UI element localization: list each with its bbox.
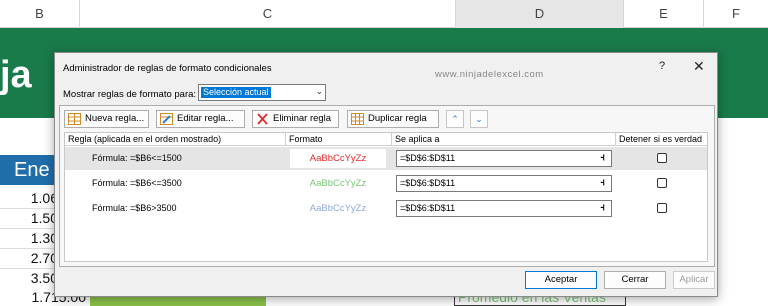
rule-row[interactable]: Fórmula: =$B6>3500 AaBbCcYyZz =$D$6:$D$1…	[65, 197, 707, 220]
new-rule-icon	[68, 113, 81, 125]
value-cell[interactable]: 1.30	[0, 230, 62, 249]
value-cell[interactable]: 2.70	[0, 250, 62, 269]
applies-to-field[interactable]: =$D$6:$D$11 ⹑	[396, 150, 612, 167]
chevron-up-icon: ⌃	[451, 114, 459, 124]
chevron-down-icon: ⌄	[475, 114, 483, 124]
header-format: Formato	[286, 133, 392, 146]
format-preview: AaBbCcYyZz	[290, 199, 386, 218]
value-cell[interactable]: 1.50	[0, 210, 62, 229]
chevron-down-icon: ⌄	[315, 86, 323, 96]
edit-rule-label: Editar regla...	[177, 113, 234, 124]
rule-row[interactable]: Fórmula: =$B6<=1500 AaBbCcYyZz =$D$6:$D$…	[65, 147, 707, 170]
watermark: www.ninjadelexcel.com	[435, 69, 544, 80]
applies-to-field[interactable]: =$D$6:$D$11 ⹑	[396, 200, 612, 217]
delete-icon	[257, 113, 268, 125]
applies-to-value: =$D$6:$D$11	[400, 178, 456, 188]
range-select-icon[interactable]: ⹑	[596, 177, 609, 190]
delete-rule-label: Eliminar regla	[273, 113, 332, 124]
delete-rule-button[interactable]: Eliminar regla	[252, 110, 339, 128]
show-rules-value: Selección actual	[201, 87, 271, 98]
rule-formula: Fórmula: =$B6>3500	[92, 203, 177, 213]
header-applies-to: Se aplica a	[392, 133, 616, 146]
dialog-title: Administrador de reglas de formato condi…	[63, 63, 272, 74]
column-header-e[interactable]: E	[624, 0, 704, 28]
move-up-button[interactable]: ⌃	[446, 110, 464, 128]
sheet-title: ja	[0, 54, 32, 96]
rules-grid: Regla (aplicada en el orden mostrado) Fo…	[64, 132, 708, 262]
column-header-b[interactable]: B	[0, 0, 80, 28]
header-rule: Regla (aplicada en el orden mostrado)	[65, 133, 286, 146]
value-cell[interactable]: 1.06	[0, 190, 62, 209]
apply-button[interactable]: Aplicar	[673, 271, 715, 289]
column-header-c[interactable]: C	[80, 0, 456, 28]
help-button[interactable]: ?	[659, 60, 665, 72]
new-rule-button[interactable]: Nueva regla...	[64, 110, 149, 128]
rule-formula: Fórmula: =$B6<=1500	[92, 153, 182, 163]
applies-to-field[interactable]: =$D$6:$D$11 ⹑	[396, 175, 612, 192]
conditional-formatting-dialog: Administrador de reglas de formato condi…	[54, 52, 718, 297]
value-cell[interactable]: 3.50	[0, 270, 62, 289]
rule-formula: Fórmula: =$B6<=3500	[92, 178, 182, 188]
duplicate-rule-button[interactable]: Duplicar regla	[347, 110, 439, 128]
move-down-button[interactable]: ⌄	[470, 110, 488, 128]
format-preview: AaBbCcYyZz	[290, 149, 386, 168]
close-icon[interactable]: ✕	[693, 58, 705, 75]
stop-if-true-checkbox[interactable]	[657, 153, 667, 163]
duplicate-icon	[351, 113, 364, 125]
applies-to-value: =$D$6:$D$11	[400, 153, 456, 163]
stop-if-true-checkbox[interactable]	[657, 203, 667, 213]
range-select-icon[interactable]: ⹑	[596, 202, 609, 215]
range-select-icon[interactable]: ⹑	[596, 152, 609, 165]
column-header-f[interactable]: F	[704, 0, 768, 28]
rules-panel: Nueva regla... Editar regla... Eliminar …	[59, 105, 715, 267]
show-rules-label: Mostrar reglas de formato para:	[63, 89, 197, 100]
close-button[interactable]: Cerrar	[604, 271, 666, 289]
duplicate-rule-label: Duplicar regla	[368, 113, 427, 124]
new-rule-label: Nueva regla...	[85, 113, 145, 124]
show-rules-select[interactable]: Selección actual ⌄	[198, 84, 326, 101]
stop-if-true-checkbox[interactable]	[657, 178, 667, 188]
applies-to-value: =$D$6:$D$11	[400, 203, 456, 213]
format-preview: AaBbCcYyZz	[290, 174, 386, 193]
header-stop-if-true: Detener si es verdad	[616, 133, 707, 146]
edit-rule-button[interactable]: Editar regla...	[156, 110, 245, 128]
column-header-d[interactable]: D	[456, 0, 624, 28]
column-header-row: B C D E F	[0, 0, 768, 28]
rule-row[interactable]: Fórmula: =$B6<=3500 AaBbCcYyZz =$D$6:$D$…	[65, 172, 707, 195]
accept-button[interactable]: Aceptar	[525, 271, 597, 289]
edit-rule-icon	[160, 113, 173, 125]
month-header-cell[interactable]: Ene	[0, 155, 62, 185]
